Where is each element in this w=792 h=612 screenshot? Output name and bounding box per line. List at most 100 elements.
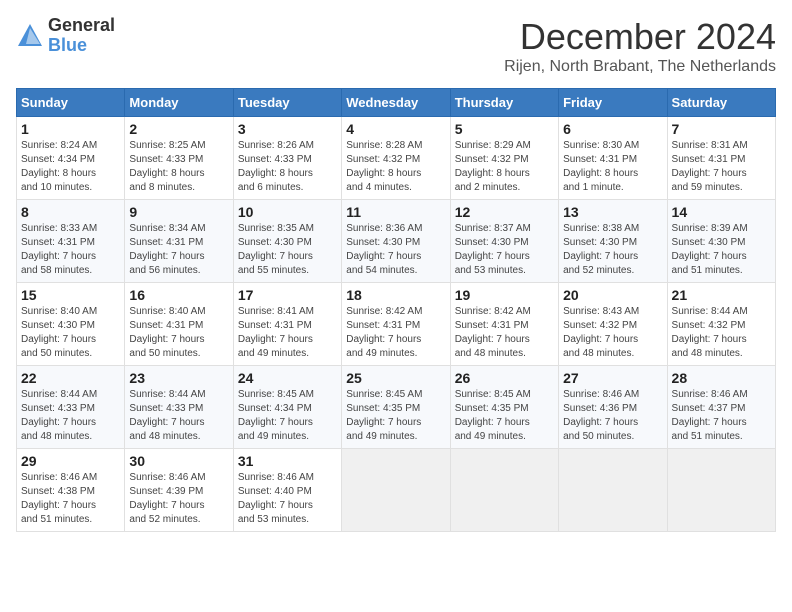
logo: General Blue (16, 16, 115, 56)
day-detail: Sunrise: 8:45 AMSunset: 4:35 PMDaylight:… (346, 388, 445, 444)
day-number: 24 (238, 370, 337, 386)
calendar-cell: 3 Sunrise: 8:26 AMSunset: 4:33 PMDayligh… (233, 117, 341, 200)
day-detail: Sunrise: 8:46 AMSunset: 4:37 PMDaylight:… (672, 388, 771, 444)
day-detail: Sunrise: 8:30 AMSunset: 4:31 PMDaylight:… (563, 139, 662, 195)
day-detail: Sunrise: 8:46 AMSunset: 4:36 PMDaylight:… (563, 388, 662, 444)
weekday-header-row: SundayMondayTuesdayWednesdayThursdayFrid… (17, 89, 776, 117)
day-number: 26 (455, 370, 554, 386)
calendar-week-row: 15 Sunrise: 8:40 AMSunset: 4:30 PMDaylig… (17, 283, 776, 366)
day-detail: Sunrise: 8:46 AMSunset: 4:38 PMDaylight:… (21, 471, 120, 527)
calendar-cell: 14 Sunrise: 8:39 AMSunset: 4:30 PMDaylig… (667, 200, 775, 283)
calendar-cell: 2 Sunrise: 8:25 AMSunset: 4:33 PMDayligh… (125, 117, 233, 200)
calendar-cell: 7 Sunrise: 8:31 AMSunset: 4:31 PMDayligh… (667, 117, 775, 200)
calendar-cell: 24 Sunrise: 8:45 AMSunset: 4:34 PMDaylig… (233, 366, 341, 449)
calendar-cell: 27 Sunrise: 8:46 AMSunset: 4:36 PMDaylig… (559, 366, 667, 449)
title-area: December 2024 Rijen, North Brabant, The … (504, 16, 776, 76)
calendar-cell: 23 Sunrise: 8:44 AMSunset: 4:33 PMDaylig… (125, 366, 233, 449)
calendar-header: SundayMondayTuesdayWednesdayThursdayFrid… (17, 89, 776, 117)
calendar-cell: 28 Sunrise: 8:46 AMSunset: 4:37 PMDaylig… (667, 366, 775, 449)
day-detail: Sunrise: 8:25 AMSunset: 4:33 PMDaylight:… (129, 139, 228, 195)
calendar-week-row: 1 Sunrise: 8:24 AMSunset: 4:34 PMDayligh… (17, 117, 776, 200)
calendar-cell: 18 Sunrise: 8:42 AMSunset: 4:31 PMDaylig… (342, 283, 450, 366)
day-detail: Sunrise: 8:36 AMSunset: 4:30 PMDaylight:… (346, 222, 445, 278)
calendar-week-row: 29 Sunrise: 8:46 AMSunset: 4:38 PMDaylig… (17, 449, 776, 532)
calendar-cell: 5 Sunrise: 8:29 AMSunset: 4:32 PMDayligh… (450, 117, 558, 200)
calendar-cell (450, 449, 558, 532)
calendar-cell: 20 Sunrise: 8:43 AMSunset: 4:32 PMDaylig… (559, 283, 667, 366)
calendar-cell: 6 Sunrise: 8:30 AMSunset: 4:31 PMDayligh… (559, 117, 667, 200)
day-detail: Sunrise: 8:45 AMSunset: 4:35 PMDaylight:… (455, 388, 554, 444)
day-detail: Sunrise: 8:33 AMSunset: 4:31 PMDaylight:… (21, 222, 120, 278)
day-number: 21 (672, 287, 771, 303)
day-number: 4 (346, 121, 445, 137)
calendar-cell: 31 Sunrise: 8:46 AMSunset: 4:40 PMDaylig… (233, 449, 341, 532)
day-detail: Sunrise: 8:39 AMSunset: 4:30 PMDaylight:… (672, 222, 771, 278)
calendar-cell (559, 449, 667, 532)
calendar-cell: 15 Sunrise: 8:40 AMSunset: 4:30 PMDaylig… (17, 283, 125, 366)
day-number: 3 (238, 121, 337, 137)
day-detail: Sunrise: 8:40 AMSunset: 4:30 PMDaylight:… (21, 305, 120, 361)
day-detail: Sunrise: 8:40 AMSunset: 4:31 PMDaylight:… (129, 305, 228, 361)
logo-line2: Blue (48, 36, 115, 56)
weekday-header-thursday: Thursday (450, 89, 558, 117)
day-number: 8 (21, 204, 120, 220)
day-number: 2 (129, 121, 228, 137)
logo-text: General Blue (48, 16, 115, 56)
calendar-body: 1 Sunrise: 8:24 AMSunset: 4:34 PMDayligh… (17, 117, 776, 532)
day-detail: Sunrise: 8:29 AMSunset: 4:32 PMDaylight:… (455, 139, 554, 195)
day-number: 20 (563, 287, 662, 303)
weekday-header-tuesday: Tuesday (233, 89, 341, 117)
calendar-cell: 17 Sunrise: 8:41 AMSunset: 4:31 PMDaylig… (233, 283, 341, 366)
day-number: 23 (129, 370, 228, 386)
day-detail: Sunrise: 8:31 AMSunset: 4:31 PMDaylight:… (672, 139, 771, 195)
calendar-cell: 25 Sunrise: 8:45 AMSunset: 4:35 PMDaylig… (342, 366, 450, 449)
calendar-week-row: 8 Sunrise: 8:33 AMSunset: 4:31 PMDayligh… (17, 200, 776, 283)
day-detail: Sunrise: 8:41 AMSunset: 4:31 PMDaylight:… (238, 305, 337, 361)
day-detail: Sunrise: 8:42 AMSunset: 4:31 PMDaylight:… (455, 305, 554, 361)
weekday-header-friday: Friday (559, 89, 667, 117)
day-number: 16 (129, 287, 228, 303)
day-number: 12 (455, 204, 554, 220)
day-number: 9 (129, 204, 228, 220)
calendar-cell: 16 Sunrise: 8:40 AMSunset: 4:31 PMDaylig… (125, 283, 233, 366)
header: General Blue December 2024 Rijen, North … (16, 16, 776, 76)
day-number: 13 (563, 204, 662, 220)
calendar-cell: 21 Sunrise: 8:44 AMSunset: 4:32 PMDaylig… (667, 283, 775, 366)
day-number: 30 (129, 453, 228, 469)
calendar-cell (342, 449, 450, 532)
calendar-cell: 11 Sunrise: 8:36 AMSunset: 4:30 PMDaylig… (342, 200, 450, 283)
day-detail: Sunrise: 8:44 AMSunset: 4:32 PMDaylight:… (672, 305, 771, 361)
day-detail: Sunrise: 8:24 AMSunset: 4:34 PMDaylight:… (21, 139, 120, 195)
day-detail: Sunrise: 8:38 AMSunset: 4:30 PMDaylight:… (563, 222, 662, 278)
day-number: 11 (346, 204, 445, 220)
day-number: 29 (21, 453, 120, 469)
day-number: 1 (21, 121, 120, 137)
day-detail: Sunrise: 8:45 AMSunset: 4:34 PMDaylight:… (238, 388, 337, 444)
day-number: 14 (672, 204, 771, 220)
calendar-cell: 29 Sunrise: 8:46 AMSunset: 4:38 PMDaylig… (17, 449, 125, 532)
day-detail: Sunrise: 8:35 AMSunset: 4:30 PMDaylight:… (238, 222, 337, 278)
calendar-table: SundayMondayTuesdayWednesdayThursdayFrid… (16, 88, 776, 532)
day-number: 6 (563, 121, 662, 137)
weekday-header-sunday: Sunday (17, 89, 125, 117)
day-number: 5 (455, 121, 554, 137)
day-number: 19 (455, 287, 554, 303)
day-detail: Sunrise: 8:37 AMSunset: 4:30 PMDaylight:… (455, 222, 554, 278)
day-detail: Sunrise: 8:26 AMSunset: 4:33 PMDaylight:… (238, 139, 337, 195)
day-number: 22 (21, 370, 120, 386)
logo-line1: General (48, 16, 115, 36)
day-detail: Sunrise: 8:44 AMSunset: 4:33 PMDaylight:… (21, 388, 120, 444)
calendar-week-row: 22 Sunrise: 8:44 AMSunset: 4:33 PMDaylig… (17, 366, 776, 449)
weekday-header-wednesday: Wednesday (342, 89, 450, 117)
day-number: 15 (21, 287, 120, 303)
calendar-cell: 10 Sunrise: 8:35 AMSunset: 4:30 PMDaylig… (233, 200, 341, 283)
weekday-header-saturday: Saturday (667, 89, 775, 117)
calendar-cell: 30 Sunrise: 8:46 AMSunset: 4:39 PMDaylig… (125, 449, 233, 532)
day-detail: Sunrise: 8:46 AMSunset: 4:39 PMDaylight:… (129, 471, 228, 527)
calendar-cell: 13 Sunrise: 8:38 AMSunset: 4:30 PMDaylig… (559, 200, 667, 283)
day-number: 28 (672, 370, 771, 386)
day-number: 31 (238, 453, 337, 469)
day-detail: Sunrise: 8:42 AMSunset: 4:31 PMDaylight:… (346, 305, 445, 361)
calendar-cell: 26 Sunrise: 8:45 AMSunset: 4:35 PMDaylig… (450, 366, 558, 449)
calendar-cell: 1 Sunrise: 8:24 AMSunset: 4:34 PMDayligh… (17, 117, 125, 200)
